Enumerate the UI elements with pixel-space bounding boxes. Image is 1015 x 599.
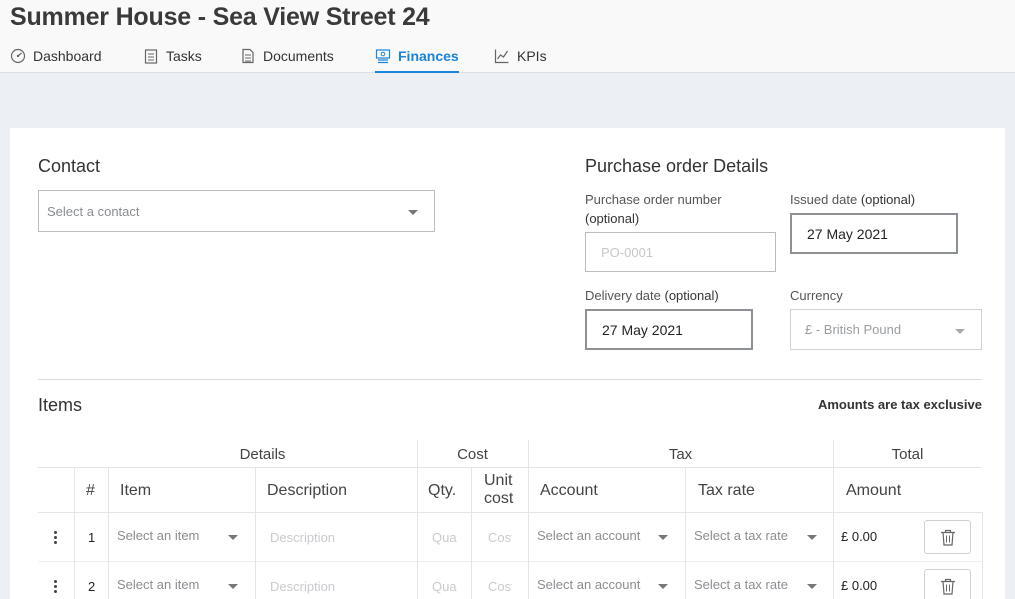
contact-heading: Contact — [38, 156, 101, 176]
chevron-down-icon — [228, 535, 238, 540]
currency-label: Currency — [790, 288, 843, 303]
po-details-heading: Purchase order Details — [585, 156, 769, 176]
col-description: Description — [267, 482, 348, 499]
group-total: Total — [891, 446, 924, 463]
row-amount: £ 0.00 — [841, 529, 878, 544]
col-unit-cost: Unit cost — [484, 472, 514, 507]
table-rule — [833, 440, 834, 599]
table-rule — [74, 467, 75, 599]
tax-exclusive-note: Amounts are tax exclusive — [817, 397, 982, 412]
table-rule — [982, 512, 983, 599]
table-rule — [471, 467, 472, 599]
qty-input[interactable]: Qua — [432, 579, 460, 594]
col-num: # — [86, 482, 95, 499]
table-rule — [417, 440, 418, 599]
tab-kpis[interactable]: KPIs — [494, 44, 547, 73]
table-rule — [38, 467, 982, 468]
chevron-down-icon — [807, 535, 817, 540]
section-divider — [38, 379, 982, 380]
po-number-placeholder: PO-0001 — [601, 244, 654, 260]
currency-select[interactable]: £ - British Pound — [790, 309, 982, 350]
tab-tasks[interactable]: Tasks — [143, 44, 202, 73]
group-cost: Cost — [457, 446, 488, 463]
tab-label: Documents — [263, 48, 334, 64]
kpis-icon — [494, 49, 509, 64]
page-title: Summer House - Sea View Street 24 — [10, 3, 430, 31]
delivery-date-label: Delivery date (optional) — [585, 288, 719, 303]
po-number-input[interactable]: PO-0001 — [585, 232, 776, 272]
row-number: 1 — [88, 530, 96, 545]
chevron-down-icon — [408, 210, 418, 215]
group-tax: Tax — [668, 446, 693, 463]
documents-icon — [242, 48, 254, 64]
issued-date-label: Issued date (optional) — [790, 192, 916, 207]
delivery-date-input[interactable]: 27 May 2021 — [585, 309, 753, 350]
chevron-down-icon — [658, 535, 668, 540]
col-account: Account — [540, 482, 598, 499]
qty-input[interactable]: Qua — [432, 530, 460, 545]
unit-cost-input[interactable]: Cost — [488, 530, 512, 545]
trash-icon — [940, 529, 955, 546]
trash-icon — [940, 578, 955, 595]
table-rule — [38, 561, 982, 562]
chevron-down-icon — [228, 584, 238, 589]
row-number: 2 — [88, 579, 96, 594]
tax-rate-select[interactable]: Select a tax rate — [694, 528, 830, 548]
col-tax-rate: Tax rate — [698, 482, 755, 499]
contact-placeholder: Select a contact — [47, 203, 140, 219]
drag-handle-icon[interactable] — [52, 580, 58, 593]
col-qty: Qty. — [428, 482, 457, 499]
tab-label: Tasks — [166, 48, 202, 64]
col-item: Item — [120, 482, 152, 499]
currency-value: £ - British Pound — [805, 322, 902, 337]
delete-row-button[interactable] — [924, 520, 971, 554]
table-rule — [108, 467, 109, 599]
item-select[interactable]: Select an item — [117, 528, 247, 548]
tab-documents[interactable]: Documents — [240, 44, 334, 73]
description-input[interactable]: Description — [270, 579, 335, 594]
tab-label: Dashboard — [33, 48, 102, 64]
chevron-down-icon — [658, 584, 668, 589]
tab-finances[interactable]: Finances — [375, 44, 459, 73]
delivery-date-value: 27 May 2021 — [602, 321, 683, 338]
top-bar: Summer House - Sea View Street 24 Dashbo… — [0, 0, 1015, 73]
table-rule — [255, 467, 256, 599]
chevron-down-icon — [807, 584, 817, 589]
item-select[interactable]: Select an item — [117, 577, 247, 597]
finances-icon — [375, 49, 391, 64]
account-select[interactable]: Select an account — [537, 577, 677, 597]
delete-row-button[interactable] — [924, 569, 971, 599]
group-details: Details — [239, 446, 286, 463]
tax-rate-select[interactable]: Select a tax rate — [694, 577, 830, 597]
po-number-label: Purchase order number (optional) — [585, 192, 722, 226]
purchase-order-form: Contact Select a contact Purchase order … — [10, 128, 1005, 599]
table-rule — [685, 467, 686, 599]
items-heading: Items — [38, 395, 83, 415]
row-amount: £ 0.00 — [841, 578, 878, 593]
table-rule — [528, 440, 529, 599]
issued-date-value: 27 May 2021 — [807, 225, 888, 242]
col-amount: Amount — [846, 482, 902, 499]
description-input[interactable]: Description — [270, 530, 335, 545]
tasks-icon — [144, 49, 158, 64]
table-rule — [38, 512, 982, 513]
unit-cost-input[interactable]: Cost — [488, 579, 512, 594]
tab-label: Finances — [398, 48, 459, 64]
contact-select[interactable]: Select a contact — [38, 190, 435, 232]
account-select[interactable]: Select an account — [537, 528, 677, 548]
issued-date-input[interactable]: 27 May 2021 — [790, 213, 958, 254]
chevron-down-icon — [955, 329, 965, 334]
drag-handle-icon[interactable] — [52, 531, 58, 544]
tab-label: KPIs — [517, 48, 547, 64]
dashboard-icon — [10, 48, 26, 64]
tab-dashboard[interactable]: Dashboard — [10, 44, 102, 73]
